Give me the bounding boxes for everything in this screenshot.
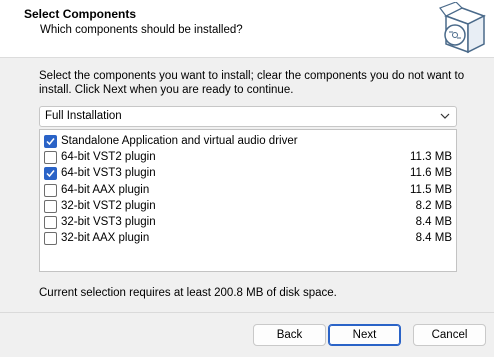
component-size: 8.4 MB (415, 232, 452, 245)
component-row[interactable]: Standalone Application and virtual audio… (40, 133, 456, 149)
component-size: 11.6 MB (410, 167, 452, 180)
component-size: 11.3 MB (410, 151, 452, 164)
cancel-button[interactable]: Cancel (413, 324, 486, 346)
component-label: 64-bit VST2 plugin (61, 151, 156, 164)
component-checkbox[interactable] (44, 199, 57, 213)
footer-divider (0, 312, 494, 313)
component-size: 8.2 MB (415, 199, 452, 212)
component-label: 32-bit VST3 plugin (61, 216, 156, 228)
component-row[interactable]: 64-bit VST2 plugin 11.3 MB (40, 149, 456, 165)
component-row[interactable]: 64-bit VST3 plugin 11.6 MB (40, 165, 456, 181)
component-checkbox[interactable] (44, 151, 57, 165)
component-checkbox[interactable] (44, 183, 57, 197)
component-checkbox[interactable] (44, 135, 57, 148)
page-subtitle: Which components should be installed? (40, 24, 243, 36)
component-row[interactable]: 32-bit VST3 plugin 8.4 MB (40, 214, 456, 230)
components-list: Standalone Application and virtual audio… (39, 129, 457, 272)
installer-box-cd-icon (439, 2, 486, 54)
component-row[interactable]: 32-bit VST2 plugin 8.2 MB (40, 198, 456, 214)
checkmark-icon (46, 138, 55, 146)
wizard-header: Select Components Which components shoul… (0, 0, 494, 58)
component-label: 64-bit AAX plugin (61, 183, 150, 196)
component-size: 8.4 MB (415, 216, 452, 228)
component-label: 64-bit VST3 plugin (61, 167, 156, 180)
component-size: 11.5 MB (410, 183, 452, 196)
back-button[interactable]: Back (253, 324, 326, 346)
disk-space-text: Current selection requires at least 200.… (39, 287, 337, 299)
component-label: 32-bit VST2 plugin (61, 199, 156, 212)
installation-type-select[interactable]: Full Installation (39, 106, 457, 127)
component-checkbox[interactable] (44, 167, 57, 181)
component-row[interactable]: 64-bit AAX plugin 11.5 MB (40, 182, 456, 198)
checkmark-icon (46, 170, 55, 178)
page-title: Select Components (24, 7, 137, 21)
component-row[interactable]: 32-bit AAX plugin 8.4 MB (40, 230, 456, 246)
component-label: 32-bit AAX plugin (61, 232, 150, 245)
installation-type-value: Full Installation (45, 110, 122, 122)
instructions-text: Select the components you want to instal… (39, 70, 465, 96)
chevron-down-icon (440, 113, 450, 119)
component-checkbox[interactable] (44, 232, 57, 246)
component-checkbox[interactable] (44, 216, 57, 229)
next-button[interactable]: Next (328, 324, 401, 346)
component-label: Standalone Application and virtual audio… (61, 135, 298, 147)
